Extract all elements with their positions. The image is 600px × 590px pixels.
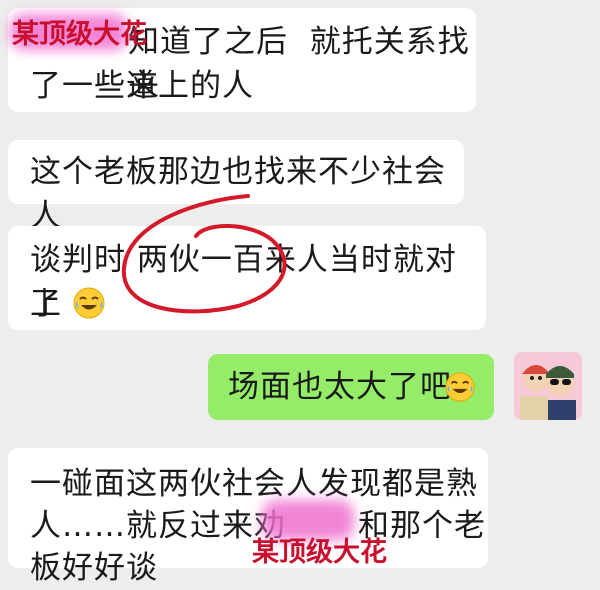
message-bubble-incoming[interactable]: 谈判时 两伙一百来人当时就对上 了	[8, 226, 486, 330]
laughing-crying-emoji-icon	[444, 371, 476, 415]
message-bubble-incoming[interactable]: 这个老板那边也找来不少社会人	[8, 140, 464, 234]
chat-window: 知道了之后 就托关系找来 了一些道上的人 某顶级大花 这个老板那边也找来不少社会…	[0, 0, 600, 586]
message-line: 了	[30, 286, 62, 322]
message-line: 板好好谈	[30, 550, 158, 586]
message-bubble-outgoing[interactable]: 场面也太大了吧	[208, 354, 494, 420]
message-line: 了一些道上的人	[30, 68, 254, 104]
message-line: 人……就反过来劝	[30, 508, 286, 544]
watermark-text: 某顶级大花	[12, 19, 147, 50]
cartoon-avatar-icon[interactable]	[514, 352, 582, 420]
message-line: 一碰面这两伙社会人发现都是熟	[30, 466, 478, 502]
message-line: 这个老板那边也找来不少社会人	[30, 154, 446, 234]
message-line: 场面也太大了吧	[228, 369, 452, 405]
laughing-crying-emoji-icon	[72, 286, 106, 332]
message-bubble-incoming[interactable]: 一碰面这两伙社会人发现都是熟 人……就反过来劝 和那个老 板好好谈	[8, 448, 488, 586]
